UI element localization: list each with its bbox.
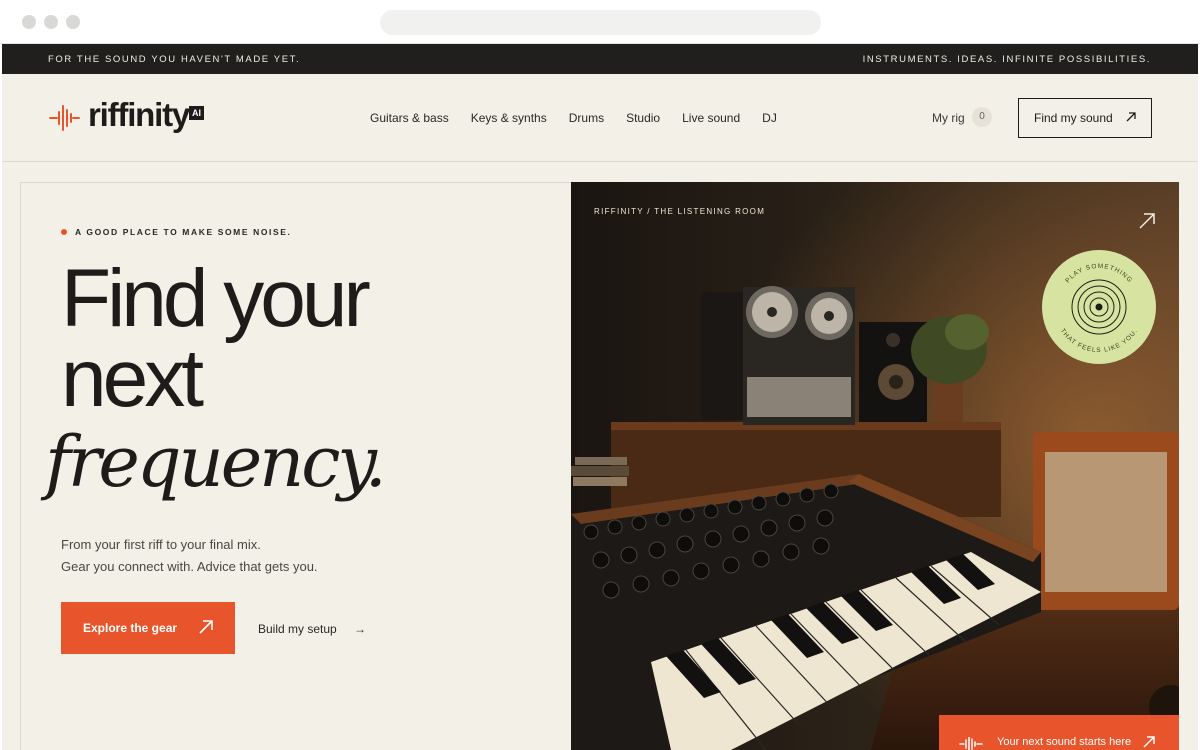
rig-count-badge: 0	[972, 107, 992, 127]
announcement-left: FOR THE SOUND YOU HAVEN'T MADE YET.	[48, 54, 301, 65]
waveform-icon	[959, 737, 983, 750]
svg-text:THAT FEELS LIKE YOU.: THAT FEELS LIKE YOU.	[1059, 327, 1140, 354]
nav-item-keys-synths[interactable]: Keys & synths	[471, 111, 547, 125]
svg-text:PLAY SOMETHING: PLAY SOMETHING	[1064, 263, 1133, 285]
hero-subtitle-line-2: Gear you connect with. Advice that gets …	[61, 559, 318, 574]
arrow-up-right-icon	[199, 620, 213, 634]
hero-content: A GOOD PLACE TO MAKE SOME NOISE. Find yo…	[20, 182, 572, 750]
next-sound-label: Your next sound starts here	[997, 736, 1132, 748]
address-bar[interactable]	[380, 10, 821, 35]
browser-chrome	[0, 0, 1200, 44]
nav-item-dj[interactable]: DJ	[762, 111, 777, 125]
nav-item-guitars-bass[interactable]: Guitars & bass	[370, 111, 449, 125]
window-minimize-dot[interactable]	[44, 15, 58, 29]
my-rig-link[interactable]: My rig	[932, 111, 965, 125]
badge-circular-text: PLAY SOMETHING THAT FEELS LIKE YOU.	[1059, 263, 1140, 354]
site-header: riffinity AI Guitars & bass Keys & synth…	[2, 74, 1198, 162]
image-caption: RIFFINITY / THE LISTENING ROOM	[594, 207, 766, 216]
find-my-sound-label: Find my sound	[1034, 111, 1113, 125]
main-nav: Guitars & bass Keys & synths Drums Studi…	[370, 111, 777, 125]
build-setup-label: Build my setup	[258, 622, 337, 636]
nav-item-live-sound[interactable]: Live sound	[682, 111, 740, 125]
hero-title-italic: frequency.	[45, 421, 387, 503]
hero-title: Find your next frequency.	[45, 258, 387, 503]
explore-gear-label: Explore the gear	[83, 621, 178, 635]
badge-text-bottom: THAT FEELS LIKE YOU.	[1059, 327, 1139, 354]
hero-subtitle-line-1: From your first riff to your final mix.	[61, 537, 261, 552]
page: FOR THE SOUND YOU HAVEN'T MADE YET. INST…	[2, 44, 1198, 750]
explore-gear-button[interactable]: Explore the gear	[61, 602, 235, 654]
arrow-right-icon: →	[354, 622, 367, 636]
window-close-dot[interactable]	[22, 15, 36, 29]
play-something-badge[interactable]: PLAY SOMETHING THAT FEELS LIKE YOU.	[1042, 250, 1156, 364]
vinyl-record-icon	[1071, 279, 1127, 335]
hero-title-line-2: next	[61, 333, 204, 424]
hero-image: RIFFINITY / THE LISTENING ROOM PLAY SOME…	[571, 182, 1179, 750]
badge-text-top: PLAY SOMETHING	[1064, 263, 1132, 285]
ai-badge: AI	[189, 106, 204, 120]
window-maximize-dot[interactable]	[66, 15, 80, 29]
brand-wordmark[interactable]: riffinity	[88, 96, 190, 134]
build-setup-link[interactable]: Build my setup →	[258, 622, 366, 636]
announcement-bar: FOR THE SOUND YOU HAVEN'T MADE YET. INST…	[2, 44, 1198, 74]
find-my-sound-button[interactable]: Find my sound	[1018, 98, 1152, 138]
hero-subtitle: From your first riff to your final mix. …	[61, 534, 318, 578]
nav-item-drums[interactable]: Drums	[569, 111, 604, 125]
arrow-up-right-icon	[1143, 736, 1155, 748]
arrow-up-right-icon	[1126, 112, 1136, 122]
hero-title-line-1: Find your	[61, 253, 371, 344]
nav-item-studio[interactable]: Studio	[626, 111, 660, 125]
hero-eyebrow: A GOOD PLACE TO MAKE SOME NOISE.	[61, 227, 292, 237]
waveform-icon[interactable]	[48, 104, 80, 132]
announcement-right: INSTRUMENTS. IDEAS. INFINITE POSSIBILITI…	[862, 54, 1151, 65]
arrow-up-right-icon[interactable]	[1137, 211, 1157, 231]
next-sound-banner[interactable]: Your next sound starts here	[939, 715, 1179, 750]
